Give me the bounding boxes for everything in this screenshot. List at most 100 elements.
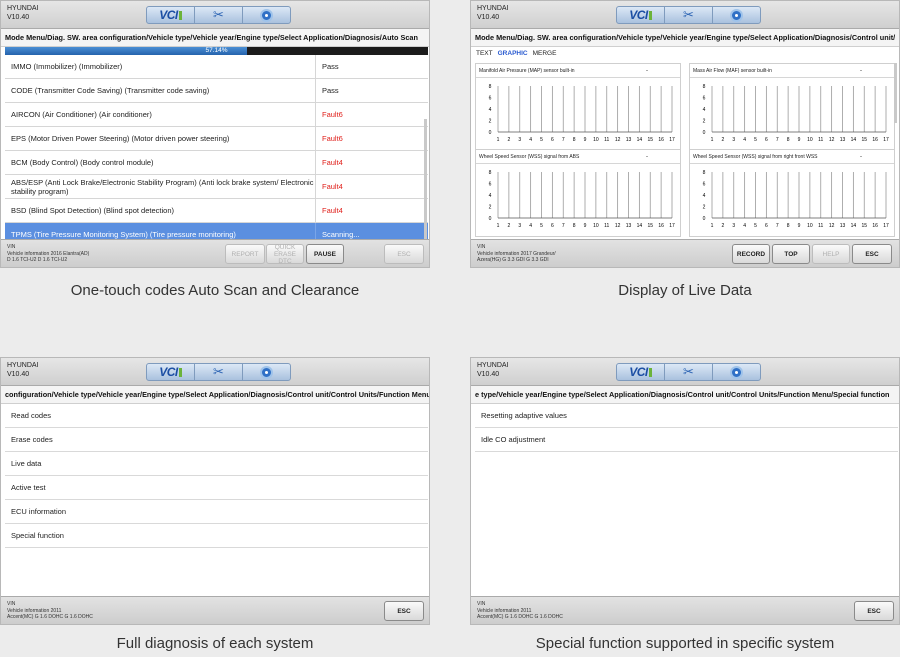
progress-label: 57.14% [205, 47, 228, 54]
x-tick-label: 1 [711, 137, 714, 143]
report-button[interactable]: REPORT [225, 244, 265, 264]
disc-button[interactable] [713, 7, 760, 23]
y-tick-label: 4 [703, 193, 706, 199]
x-tick-label: 15 [647, 137, 653, 143]
graph-title: Mass Air Flow (MAF) sensor built-in [693, 68, 772, 74]
tab-graphic[interactable]: GRAPHIC [498, 50, 528, 57]
quick-erase-dtc-button[interactable]: QUICK ERASE DTC [266, 244, 304, 265]
tools-button[interactable]: ✂ [665, 364, 713, 380]
graph-plot: 1 2 3 4 5 6 7 8 9 10 11 12 13 14 15 16 1786420 [703, 170, 889, 229]
footer: VIN Vehicle information 2017 Grandeur/ A… [471, 239, 899, 267]
x-tick-label: 5 [540, 223, 543, 229]
live-data-graph[interactable]: Wheel Speed Sensor (WSS) signal from rig… [689, 149, 895, 237]
menu-item[interactable]: ECU information [5, 500, 428, 524]
vci-button[interactable]: VCI [147, 7, 195, 23]
special-function-screen: HYUNDAI V10.40 VCI ✂ e type/Vehicle year… [470, 357, 900, 625]
menu-item[interactable]: Live data [5, 452, 428, 476]
tools-button[interactable]: ✂ [195, 7, 243, 23]
menu-item[interactable]: Special function [5, 524, 428, 548]
pause-button[interactable]: PAUSE [306, 244, 344, 264]
live-data-graph[interactable]: Wheel Speed Sensor (WSS) signal from ABS… [475, 149, 681, 237]
y-tick-label: 6 [703, 96, 706, 102]
tools-icon: ✂ [213, 7, 224, 22]
panel-function-menu: HYUNDAI V10.40 VCI ✂ configuration/Vehic… [0, 357, 430, 657]
vci-icon: VCI [159, 365, 182, 379]
x-tick-label: 8 [787, 137, 790, 143]
vci-button[interactable]: VCI [147, 364, 195, 380]
x-tick-label: 6 [551, 137, 554, 143]
x-tick-label: 12 [829, 137, 835, 143]
x-tick-label: 14 [637, 223, 643, 229]
x-tick-label: 11 [818, 137, 823, 143]
system-status: Pass [322, 62, 339, 71]
x-tick-label: 17 [669, 223, 675, 229]
x-tick-label: 17 [669, 137, 675, 143]
brand: HYUNDAI V10.40 [477, 4, 509, 22]
toolbar: VCI ✂ [616, 6, 761, 24]
scrollbar[interactable] [894, 63, 897, 123]
x-tick-label: 2 [721, 137, 724, 143]
scrollbar[interactable] [424, 119, 427, 239]
brand-name: HYUNDAI [477, 5, 509, 12]
disc-button[interactable] [243, 7, 290, 23]
system-status: Fault4 [322, 206, 343, 215]
record-button[interactable]: RECORD [732, 244, 770, 264]
tools-button[interactable]: ✂ [665, 7, 713, 23]
esc-button[interactable]: ESC [384, 244, 424, 264]
vci-icon: VCI [629, 8, 652, 22]
scan-row[interactable]: EPS (Motor Driven Power Steering) (Motor… [5, 127, 428, 151]
tab-merge[interactable]: MERGE [533, 50, 557, 57]
system-name: EPS (Motor Driven Power Steering) (Motor… [11, 127, 316, 150]
x-tick-label: 12 [829, 223, 835, 229]
x-tick-label: 2 [507, 223, 510, 229]
vci-button[interactable]: VCI [617, 7, 665, 23]
x-tick-label: 9 [584, 137, 587, 143]
help-button[interactable]: HELP [812, 244, 850, 264]
system-status: Fault4 [322, 158, 343, 167]
scan-row[interactable]: BSD (Blind Spot Detection) (Blind spot d… [5, 199, 428, 223]
tools-button[interactable]: ✂ [195, 364, 243, 380]
y-tick-label: 6 [703, 182, 706, 188]
live-data-graph[interactable]: Mass Air Flow (MAF) sensor built-in -1 2 3 4… [689, 63, 895, 151]
scan-row[interactable]: BCM (Body Control) (Body control module)… [5, 151, 428, 175]
menu-item[interactable]: Resetting adaptive values [475, 404, 898, 428]
x-tick-label: 10 [593, 137, 599, 143]
title-bar: HYUNDAI V10.40 VCI ✂ [1, 358, 429, 386]
menu-item[interactable]: Active test [5, 476, 428, 500]
menu-item[interactable]: Erase codes [5, 428, 428, 452]
graph-title: Manifold Air Pressure (MAP) sensor built… [479, 68, 575, 74]
tab-text[interactable]: TEXT [476, 50, 493, 57]
vehicle-info: VIN Vehicle information 2011 Accent(MC) … [477, 601, 563, 621]
y-tick-label: 0 [703, 130, 706, 136]
esc-button[interactable]: ESC [384, 601, 424, 621]
toolbar: VCI ✂ [616, 363, 761, 381]
graph-header: Manifold Air Pressure (MAP) sensor built… [476, 64, 680, 78]
disc-icon [260, 8, 273, 22]
title-bar: HYUNDAI V10.40 VCI ✂ [471, 1, 899, 29]
menu-item[interactable]: Idle CO adjustment [475, 428, 898, 452]
top-button[interactable]: TOP [772, 244, 810, 264]
y-tick-label: 0 [489, 130, 492, 136]
esc-button[interactable]: ESC [852, 244, 892, 264]
esc-button[interactable]: ESC [854, 601, 894, 621]
x-tick-label: 1 [711, 223, 714, 229]
disc-button[interactable] [243, 364, 290, 380]
x-tick-label: 14 [851, 223, 857, 229]
x-tick-label: 6 [765, 137, 768, 143]
graph-plot: 1 2 3 4 5 6 7 8 9 10 11 12 13 14 15 16 1786420 [703, 84, 889, 143]
scan-row[interactable]: IMMO (Immobilizer) (Immobilizer) Pass [5, 55, 428, 79]
x-tick-label: 2 [507, 137, 510, 143]
menu-item[interactable]: Read codes [5, 404, 428, 428]
y-tick-label: 4 [703, 107, 706, 113]
scan-row[interactable]: CODE (Transmitter Code Saving) (Transmit… [5, 79, 428, 103]
scan-row[interactable]: AIRCON (Air Conditioner) (Air conditione… [5, 103, 428, 127]
x-tick-label: 13 [840, 137, 846, 143]
graph-plot: 1 2 3 4 5 6 7 8 9 10 11 12 13 14 15 16 1786420 [489, 84, 675, 143]
live-data-graph[interactable]: Manifold Air Pressure (MAP) sensor built… [475, 63, 681, 151]
software-version: V10.40 [7, 371, 30, 378]
vci-button[interactable]: VCI [617, 364, 665, 380]
brand-name: HYUNDAI [7, 362, 39, 369]
graph-plot: 1 2 3 4 5 6 7 8 9 10 11 12 13 14 15 16 1786420 [489, 170, 675, 229]
disc-button[interactable] [713, 364, 760, 380]
scan-row[interactable]: ABS/ESP (Anti Lock Brake/Electronic Stab… [5, 175, 428, 199]
